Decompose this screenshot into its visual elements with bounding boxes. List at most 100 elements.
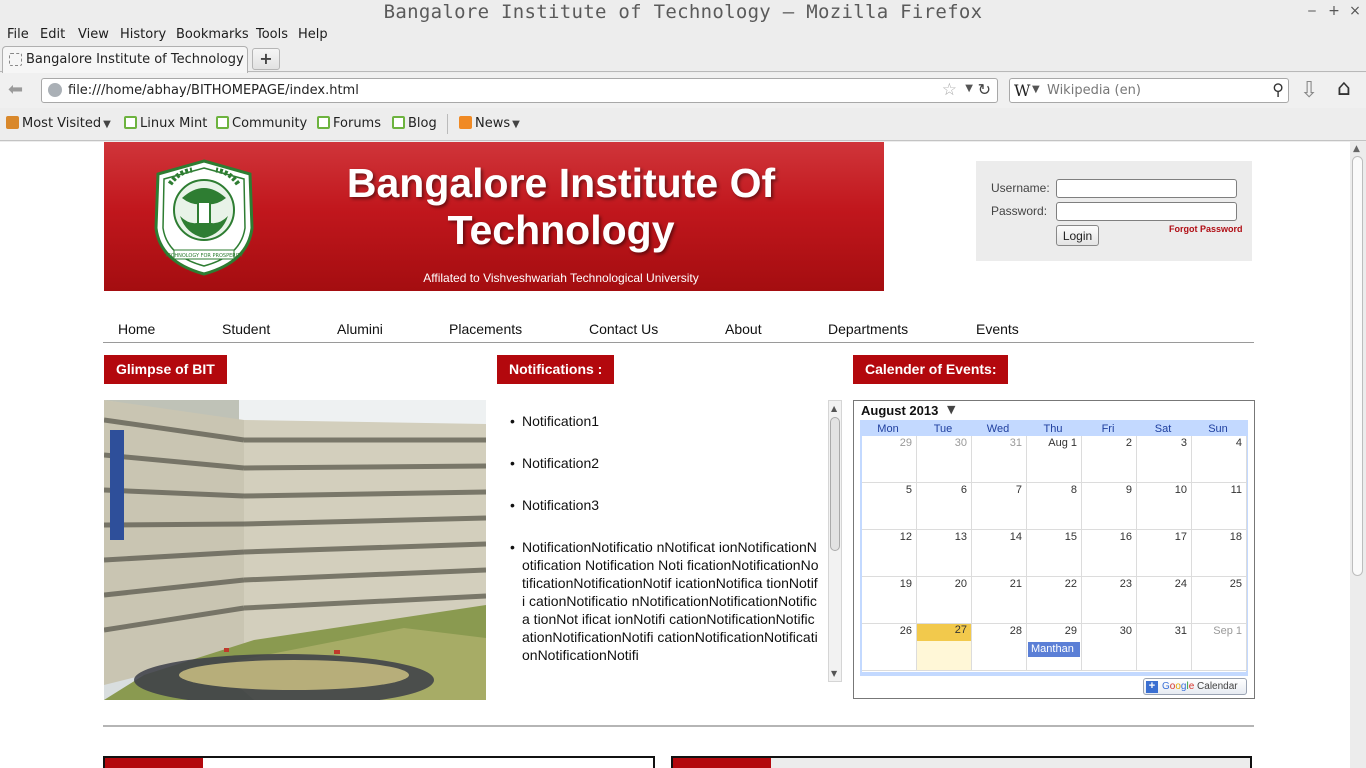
- menu-view[interactable]: View: [78, 27, 109, 42]
- bookmark-star-icon[interactable]: ☆: [942, 80, 957, 100]
- scrollbar-thumb[interactable]: [830, 417, 840, 551]
- bookmark-linux-mint[interactable]: Linux Mint: [124, 116, 207, 131]
- tab-active[interactable]: Bangalore Institute of Technology: [2, 46, 248, 73]
- calendar-day[interactable]: 22: [1027, 577, 1082, 624]
- calendar-day-number: 13: [954, 531, 967, 543]
- calendar-day[interactable]: 11: [1192, 483, 1247, 530]
- calendar-day[interactable]: 10: [1137, 483, 1192, 530]
- search-input[interactable]: Wikipedia (en): [1047, 83, 1141, 98]
- minimize-icon[interactable]: ‒: [1304, 3, 1320, 19]
- nav-events[interactable]: Events: [976, 321, 1019, 337]
- calendar-day[interactable]: 15: [1027, 530, 1082, 577]
- google-wordmark: Google: [1162, 681, 1195, 692]
- calendar-day-number: 28: [1009, 625, 1022, 637]
- calendar-day[interactable]: 17: [1137, 530, 1192, 577]
- login-button[interactable]: Login: [1056, 225, 1099, 246]
- calendar-day[interactable]: 13: [917, 530, 972, 577]
- calendar-day[interactable]: 18: [1192, 530, 1247, 577]
- scroll-up-icon[interactable]: ▲: [1353, 144, 1360, 154]
- calendar-day[interactable]: Aug 1: [1027, 436, 1082, 483]
- download-icon[interactable]: ⇩: [1300, 78, 1318, 103]
- calendar-day[interactable]: 31: [1137, 624, 1192, 671]
- calendar-day[interactable]: 26: [862, 624, 917, 671]
- home-icon[interactable]: ⌂: [1337, 76, 1351, 101]
- nav-placements[interactable]: Placements: [449, 321, 522, 337]
- scroll-down-icon[interactable]: ▼: [831, 669, 837, 678]
- menu-edit[interactable]: Edit: [40, 27, 65, 42]
- calendar-day[interactable]: Sep 1: [1192, 624, 1247, 671]
- page-scrollbar[interactable]: ▲: [1350, 142, 1366, 768]
- bookmark-news[interactable]: News ▼: [459, 116, 520, 131]
- forgot-password-link[interactable]: Forgot Password: [1169, 224, 1243, 234]
- scrollbar-thumb[interactable]: [1352, 156, 1363, 576]
- nav-student[interactable]: Student: [222, 321, 270, 337]
- search-bar[interactable]: W ▼ Wikipedia (en) ⚲: [1009, 78, 1289, 103]
- bookmark-community[interactable]: Community: [216, 116, 307, 131]
- notification-item[interactable]: Notification1: [510, 412, 820, 430]
- menu-bookmarks[interactable]: Bookmarks: [176, 27, 249, 42]
- calendar-day[interactable]: 27: [917, 624, 972, 671]
- calendar-day[interactable]: 31: [972, 436, 1027, 483]
- bookmark-most-visited[interactable]: Most Visited ▼: [6, 116, 111, 131]
- url-dropdown-icon[interactable]: ▼: [965, 83, 973, 94]
- new-tab-button[interactable]: +: [252, 48, 280, 70]
- maximize-icon[interactable]: +: [1326, 3, 1342, 19]
- nav-alumini[interactable]: Alumini: [337, 321, 383, 337]
- notifications-scrollbar[interactable]: ▲ ▼: [828, 400, 842, 682]
- nav-departments[interactable]: Departments: [828, 321, 908, 337]
- calendar-day[interactable]: 28: [972, 624, 1027, 671]
- wikipedia-icon[interactable]: W: [1014, 81, 1030, 100]
- calendar-day[interactable]: 7: [972, 483, 1027, 530]
- bookmark-forums[interactable]: Forums: [317, 116, 381, 131]
- notification-item[interactable]: NotificationNotificatio nNotificat ionNo…: [510, 538, 820, 664]
- nav-contact-us[interactable]: Contact Us: [589, 321, 658, 337]
- calendar-day[interactable]: 12: [862, 530, 917, 577]
- page-icon: [9, 53, 22, 66]
- calendar-day[interactable]: 30: [917, 436, 972, 483]
- nav-about[interactable]: About: [725, 321, 762, 337]
- calendar-day[interactable]: 20: [917, 577, 972, 624]
- username-field[interactable]: [1056, 179, 1237, 198]
- tab-label: Bangalore Institute of Technology: [26, 52, 244, 67]
- bookmark-blog[interactable]: Blog: [392, 116, 437, 131]
- close-icon[interactable]: ×: [1347, 3, 1363, 19]
- url-input[interactable]: file:///home/abhay/BITHOMEPAGE/index.htm…: [68, 83, 359, 98]
- calendar-day[interactable]: 14: [972, 530, 1027, 577]
- calendar-month[interactable]: August 2013: [861, 403, 938, 418]
- calendar-day[interactable]: 23: [1082, 577, 1137, 624]
- reload-icon[interactable]: ↻: [978, 80, 991, 99]
- calendar-day[interactable]: 19: [862, 577, 917, 624]
- calendar-day[interactable]: 5: [862, 483, 917, 530]
- menu-file[interactable]: File: [7, 27, 29, 42]
- google-calendar-button[interactable]: + Google Calendar: [1143, 678, 1247, 695]
- calendar-day[interactable]: 29: [862, 436, 917, 483]
- back-arrow-icon[interactable]: ⬅: [8, 79, 23, 100]
- chevron-down-icon[interactable]: ▼: [947, 403, 955, 416]
- calendar-day[interactable]: 16: [1082, 530, 1137, 577]
- notification-item[interactable]: Notification2: [510, 454, 820, 472]
- calendar-day[interactable]: 30: [1082, 624, 1137, 671]
- calendar-event[interactable]: Manthan: [1028, 642, 1080, 657]
- calendar-day[interactable]: 9: [1082, 483, 1137, 530]
- menu-help[interactable]: Help: [298, 27, 328, 42]
- calendar-day[interactable]: 8: [1027, 483, 1082, 530]
- calendar-day[interactable]: 25: [1192, 577, 1247, 624]
- menu-tools[interactable]: Tools: [256, 27, 288, 42]
- calendar-day[interactable]: 6: [917, 483, 972, 530]
- search-engine-dropdown-icon[interactable]: ▼: [1032, 84, 1040, 95]
- calendar-day[interactable]: 24: [1137, 577, 1192, 624]
- calendar-day[interactable]: 2: [1082, 436, 1137, 483]
- calendar-day-number: 19: [899, 578, 912, 590]
- password-field[interactable]: [1056, 202, 1237, 221]
- notification-item[interactable]: Notification3: [510, 496, 820, 514]
- scroll-up-icon[interactable]: ▲: [831, 404, 837, 413]
- calendar-day[interactable]: 3: [1137, 436, 1192, 483]
- calendar-day-number: 25: [1229, 578, 1242, 590]
- calendar-day[interactable]: 29 Manthan: [1027, 624, 1082, 671]
- calendar-day[interactable]: 4: [1192, 436, 1247, 483]
- nav-home[interactable]: Home: [118, 321, 155, 337]
- search-icon[interactable]: ⚲: [1272, 80, 1284, 99]
- url-bar[interactable]: file:///home/abhay/BITHOMEPAGE/index.htm…: [41, 78, 998, 103]
- menu-history[interactable]: History: [120, 27, 166, 42]
- calendar-day[interactable]: 21: [972, 577, 1027, 624]
